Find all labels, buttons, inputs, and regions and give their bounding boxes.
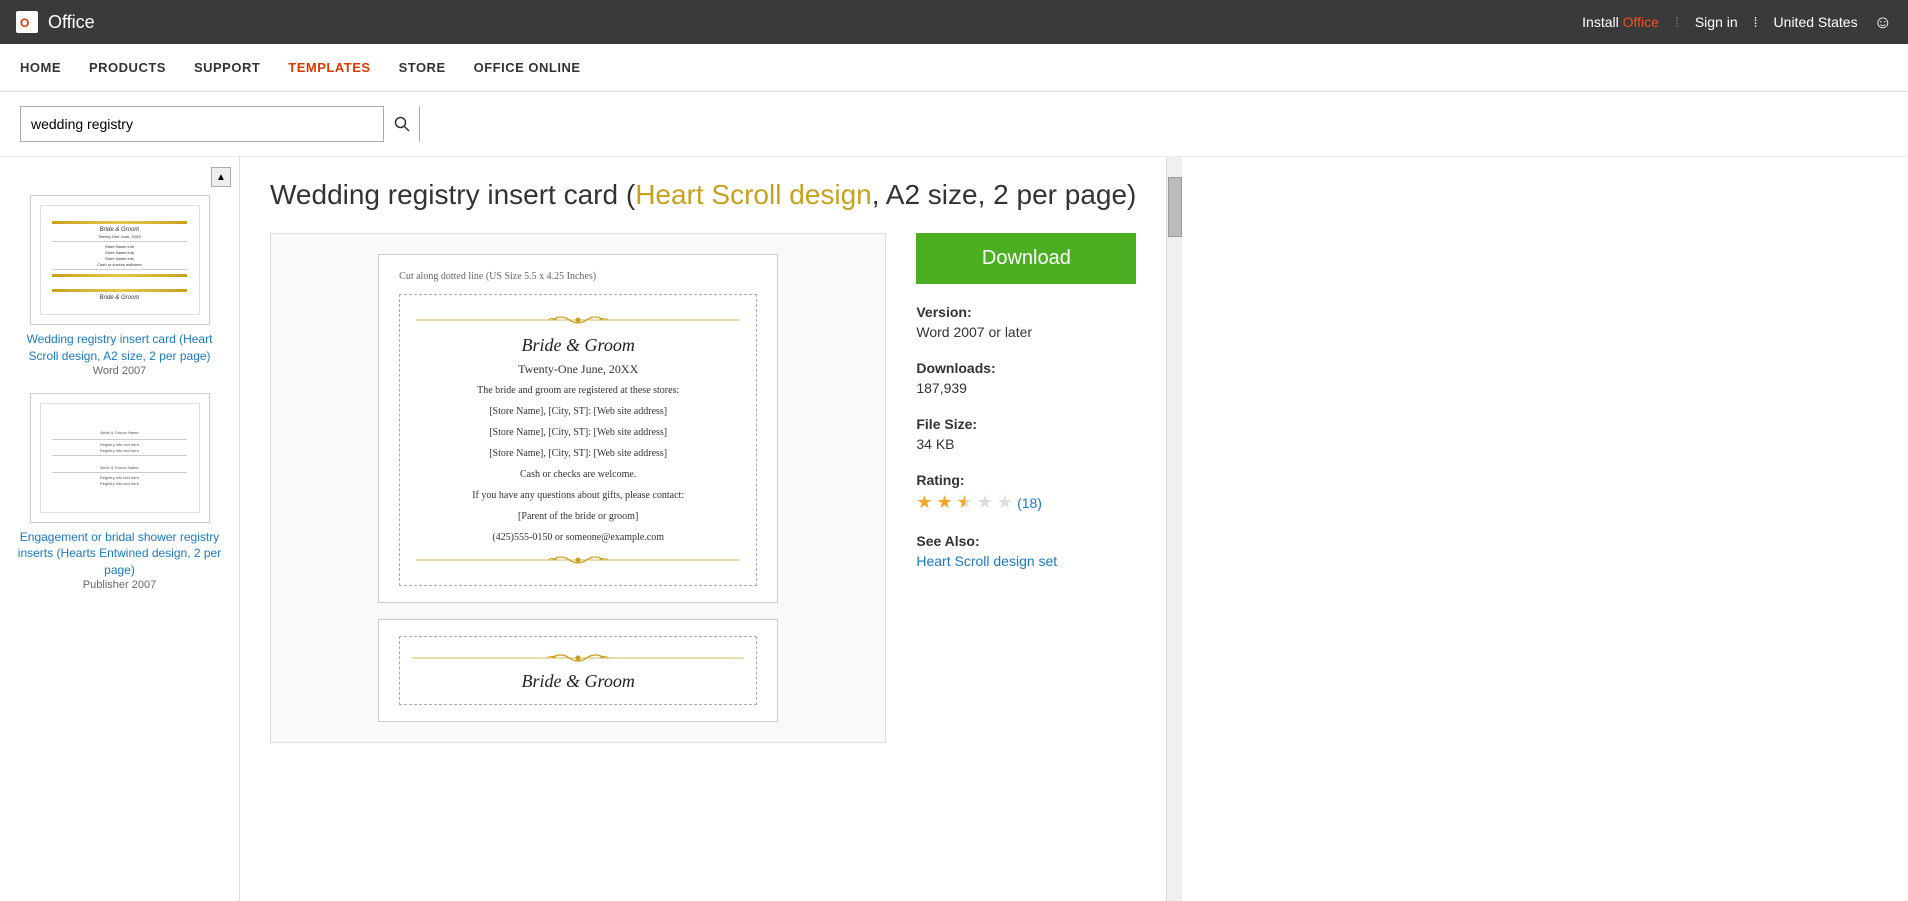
card-body-line7: [Parent of the bride or groom] [518, 509, 638, 524]
see-also-section: See Also: Heart Scroll design set [916, 533, 1136, 569]
topbar: O Office Install Office ⁞ Sign in ⁞ Unit… [0, 0, 1908, 44]
star-1-icon: ★ [916, 492, 932, 513]
nav-item-home[interactable]: HOME [20, 60, 61, 75]
card-body-line8: (425)555-0150 or someone@example.com [492, 530, 664, 545]
card-inner-1: Bride & Groom Twenty-One June, 20XX The … [399, 294, 757, 586]
version-label: Version: [916, 304, 1136, 320]
gold-scroll-bottom [416, 551, 740, 569]
scroll-thumb[interactable] [1168, 177, 1182, 237]
download-button[interactable]: Download [916, 233, 1136, 284]
card-inner-2: Bride & Groom [399, 636, 757, 705]
gold-scroll-top [416, 311, 740, 329]
card-body-line4: [Store Name], [City, ST]: [Web site addr… [489, 446, 667, 461]
search-input[interactable] [21, 107, 383, 141]
star-5-icon: ★ [997, 492, 1013, 513]
card-preview-2: Bride & Groom [378, 619, 778, 722]
card-title-1: Bride & Groom [522, 335, 635, 356]
main-layout-wrap: ▲ Bride & Groom Twenty-One June, 20XX St… [0, 157, 1908, 901]
downloads-value: 187,939 [916, 380, 1136, 396]
sign-in-button[interactable]: Sign in [1695, 14, 1738, 30]
rating-label: Rating: [916, 472, 1136, 488]
version-section: Version: Word 2007 or later [916, 304, 1136, 340]
card-body-line5: Cash or checks are welcome. [520, 467, 636, 482]
card-body-line3: [Store Name], [City, ST]: [Web site addr… [489, 425, 667, 440]
version-value: Word 2007 or later [916, 324, 1136, 340]
sidebar-thumb-2: Bride & Groom Name Registry info text he… [30, 393, 210, 523]
main-scrollbar [1166, 157, 1182, 901]
template-preview: Cut along dotted line (US Size 5.5 x 4.2… [270, 233, 886, 743]
cut-text: Cut along dotted line (US Size 5.5 x 4.2… [399, 271, 596, 282]
nav-item-support[interactable]: SUPPORT [194, 60, 260, 75]
content-body: Cut along dotted line (US Size 5.5 x 4.2… [270, 233, 1136, 743]
star-3-icon: ★ [957, 492, 973, 513]
card-title-2: Bride & Groom [522, 671, 635, 692]
office-text: Office [1623, 14, 1659, 30]
rating-stars: ★ ★ ★ ★ ★ (18) [916, 492, 1136, 513]
star-2-icon: ★ [937, 492, 953, 513]
sidebar-thumb-1: Bride & Groom Twenty-One June, 20XX Stor… [30, 195, 210, 325]
sidebar-item-2-sublabel: Publisher 2007 [12, 579, 227, 591]
searchbar [0, 92, 1908, 157]
star-4-icon: ★ [977, 492, 993, 513]
nav-item-products[interactable]: PRODUCTS [89, 60, 166, 75]
content-area: Wedding registry insert card (Heart Scro… [240, 157, 1166, 901]
install-office-button[interactable]: Install Office [1582, 14, 1659, 30]
downloads-label: Downloads: [916, 360, 1136, 376]
card-body-line6: If you have any questions about gifts, p… [472, 488, 684, 503]
sidebar-item-1-sublabel: Word 2007 [12, 365, 227, 377]
emoji-icon[interactable]: ☺ [1874, 12, 1892, 33]
office-title: Office [48, 12, 95, 33]
nav-item-office-online[interactable]: OFFICE ONLINE [474, 60, 581, 75]
search-icon [394, 116, 410, 132]
card-body-line2: [Store Name], [City, ST]: [Web site addr… [489, 404, 667, 419]
gold-scroll-2-top [412, 649, 744, 667]
scroll-up-button[interactable]: ▲ [211, 167, 231, 187]
main-layout: ▲ Bride & Groom Twenty-One June, 20XX St… [0, 157, 1166, 901]
rating-section: Rating: ★ ★ ★ ★ ★ (18) [916, 472, 1136, 513]
topbar-divider: ⁞ [1675, 14, 1679, 30]
nav-item-store[interactable]: STORE [399, 60, 446, 75]
card-body-line1: The bride and groom are registered at th… [477, 383, 679, 398]
title-part1: Wedding registry insert card ( [270, 179, 635, 210]
downloads-section: Downloads: 187,939 [916, 360, 1136, 396]
topbar-separator: ⁞ [1754, 14, 1758, 30]
topbar-right: Install Office ⁞ Sign in ⁞ United States… [1582, 12, 1892, 33]
card-preview-1: Cut along dotted line (US Size 5.5 x 4.2… [378, 254, 778, 603]
rating-count[interactable]: (18) [1017, 495, 1042, 511]
topbar-left: O Office [16, 11, 95, 33]
sidebar-item-2-label: Engagement or bridal shower registry ins… [12, 529, 227, 579]
region-button[interactable]: United States [1774, 14, 1858, 30]
see-also-label: See Also: [916, 533, 1136, 549]
svg-text:O: O [20, 16, 29, 30]
search-wrap [20, 106, 420, 142]
sidebar-item-1-label: Wedding registry insert card (Heart Scro… [12, 331, 227, 365]
file-size-label: File Size: [916, 416, 1136, 432]
nav-item-templates[interactable]: TEMPLATES [288, 60, 370, 75]
file-size-value: 34 KB [916, 436, 1136, 452]
card-date: Twenty-One June, 20XX [518, 362, 638, 377]
navbar: HOME PRODUCTS SUPPORT TEMPLATES STORE OFFICE … [0, 44, 1908, 92]
search-button[interactable] [383, 106, 419, 142]
see-also-link[interactable]: Heart Scroll design set [916, 553, 1136, 569]
title-part2: , A2 size, 2 per page) [872, 179, 1137, 210]
install-text: Install [1582, 14, 1619, 30]
page-title: Wedding registry insert card (Heart Scro… [270, 177, 1136, 213]
sidebar-item-1[interactable]: Bride & Groom Twenty-One June, 20XX Stor… [0, 187, 239, 385]
sidebar-item-2[interactable]: Bride & Groom Name Registry info text he… [0, 385, 239, 599]
title-highlight: Heart Scroll design [635, 179, 872, 210]
right-panel: Download Version: Word 2007 or later Dow… [916, 233, 1136, 743]
sidebar: ▲ Bride & Groom Twenty-One June, 20XX St… [0, 157, 240, 901]
office-logo-icon: O [16, 11, 38, 33]
file-size-section: File Size: 34 KB [916, 416, 1136, 452]
